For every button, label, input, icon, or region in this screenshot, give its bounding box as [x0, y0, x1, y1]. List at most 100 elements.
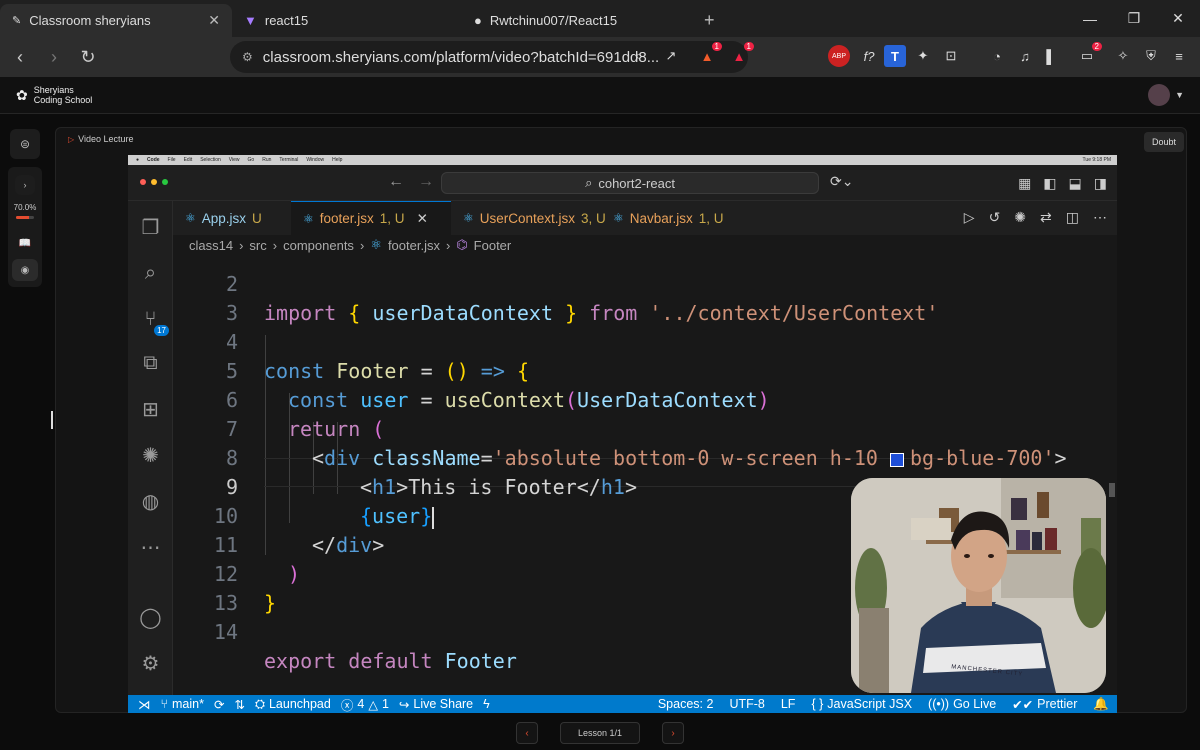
text-extension-icon[interactable]: T [884, 45, 906, 67]
lightning-icon[interactable]: ϟ [483, 697, 490, 711]
brave-rewards-icon[interactable]: ▲ 1 [728, 42, 754, 67]
sidebar-icon[interactable]: ▌ [1040, 45, 1062, 67]
minimize-dot[interactable] [151, 179, 157, 185]
sheryians-icon: ✎ [12, 15, 22, 27]
source-control-icon[interactable]: ⑂ 17 [138, 307, 169, 336]
extensions-icon[interactable]: ⊞ [138, 397, 163, 422]
extensions-icon[interactable]: ✦ [912, 45, 934, 67]
new-tab-button[interactable]: + [692, 4, 727, 37]
close-dot[interactable] [140, 179, 146, 185]
vite-icon: ▼ [244, 13, 257, 28]
video-lecture-header: ▷ Video Lecture [68, 134, 134, 144]
left-rail: ⊜ › 70.0% 📖 ◉ [8, 127, 42, 291]
run-icon[interactable]: ▷ [964, 209, 975, 226]
code-line: 3 [225, 301, 238, 325]
nav-back-icon[interactable]: ← [388, 173, 404, 191]
avatar[interactable] [1148, 84, 1170, 106]
minimize-icon[interactable]: — [1068, 0, 1112, 37]
run-debug-icon[interactable]: ⧉ [138, 351, 163, 376]
more-icon[interactable]: ⋯ [138, 535, 163, 560]
close-window-icon[interactable]: ✕ [1156, 0, 1200, 37]
github-icon[interactable]: ◍ [138, 489, 163, 514]
tab-footer-jsx[interactable]: ⚛ footer.jsx 1, U ✕ [291, 201, 451, 235]
go-live-item[interactable]: ((•)) Go Live [928, 697, 996, 712]
language-item[interactable]: { } JavaScript JSX [811, 697, 912, 712]
explorer-icon[interactable]: ❐ [138, 215, 163, 240]
back-button[interactable]: ‹ [6, 43, 34, 71]
site-header: ✿ Sheryians Coding School ▼ [0, 77, 1200, 114]
split-editor-icon[interactable]: ◫ [1066, 209, 1079, 226]
chevron-down-icon[interactable]: ▼ [1175, 90, 1184, 100]
history-icon[interactable]: ↺ [989, 209, 1001, 226]
zoom-icon[interactable]: ⌕ [628, 45, 650, 67]
tab-title: Classroom sheryians [29, 13, 151, 28]
restore-icon[interactable]: ❐ [1112, 0, 1156, 37]
next-lesson-button[interactable]: › [662, 722, 684, 744]
adblock-icon[interactable]: ABP [828, 45, 850, 67]
command-center[interactable]: ⌕ cohort2-react [441, 172, 819, 194]
chatgpt-icon[interactable]: ✺ [138, 443, 163, 468]
presenter-image [851, 478, 1106, 693]
forward-button[interactable]: › [40, 43, 68, 71]
indentation-item[interactable]: Spaces: 2 [658, 697, 714, 712]
encoding-item[interactable]: UTF-8 [729, 697, 764, 712]
share-icon[interactable]: ↗ [660, 45, 682, 67]
eol-item[interactable]: LF [781, 697, 796, 712]
zoom-dot[interactable] [162, 179, 168, 185]
more-actions-icon[interactable]: ⋯ [1093, 209, 1107, 226]
brave-shield-icon[interactable]: ▲ 1 [696, 42, 722, 67]
tab-usercontext-jsx[interactable]: ⚛ UserContext.jsx 3, U [451, 201, 606, 235]
browser-tab-github[interactable]: ● Rwtchinu007/React15 [462, 4, 692, 37]
browser-toolbar: ‹ › ↻ ▯ ⚙ classroom.sheryians.com/platfo… [0, 37, 1200, 77]
launchpad-item[interactable]: ⛭ Launchpad [255, 697, 331, 712]
speedometer-icon[interactable]: ◔ [986, 45, 1008, 67]
leo-ai-icon[interactable]: ✧ [1112, 45, 1134, 67]
screenshot-icon[interactable]: ⊡ [940, 45, 962, 67]
chatgpt-icon[interactable]: ✺ [1014, 209, 1026, 226]
live-share-item[interactable]: ↪ Live Share [399, 697, 473, 712]
sheryians-logo[interactable]: ✿ Sheryians Coding School [16, 85, 92, 105]
wallet-icon[interactable]: ▭ 2 [1076, 42, 1102, 67]
notifications-icon[interactable]: 🔔 [1093, 697, 1109, 712]
music-icon[interactable]: ♫ [1014, 45, 1036, 67]
react-icon: ⚛ [463, 211, 474, 225]
font-extension-icon[interactable]: f? [858, 45, 880, 67]
tab-app-jsx[interactable]: ⚛ App.jsx U [173, 201, 291, 235]
menu-toggle-icon[interactable]: ⊜ [10, 129, 40, 159]
sync-icon[interactable]: ⟳ [214, 697, 224, 712]
site-info-icon[interactable]: ⚙ [242, 50, 253, 64]
react-icon: ⚛ [303, 211, 314, 226]
browser-tab-react15[interactable]: ▼ react15 [232, 4, 462, 37]
settings-icon[interactable]: ⚙ [138, 651, 163, 676]
activity-bar: ❐ ⌕ ⑂ 17 ⧉ ⊞ ✺ ◍ ⋯ ◯ ⚙ [128, 201, 173, 695]
close-tab-icon[interactable]: ✕ [417, 211, 428, 227]
browser-tab-classroom[interactable]: ✎ Classroom sheryians ✕ [0, 4, 232, 37]
book-icon[interactable]: 📖 [15, 233, 35, 253]
previous-lesson-button[interactable]: ‹ [516, 722, 538, 744]
toggle-sidebar-icon[interactable]: ◧ [1043, 175, 1056, 192]
copilot-icon[interactable]: ⟳⌄ [830, 173, 853, 190]
reload-button[interactable]: ↻ [74, 43, 102, 71]
remote-icon[interactable]: ⋊ [138, 697, 151, 712]
layout-icon[interactable]: ▦ [1018, 175, 1031, 192]
prettier-item[interactable]: ✔✔ Prettier [1012, 697, 1077, 712]
video-player[interactable]: ● Code File Edit Selection View Go Run T… [128, 155, 1117, 713]
problems-item[interactable]: ⓧ 4 △ 1 [341, 695, 389, 714]
account-icon[interactable]: ◯ [138, 605, 163, 630]
tab-navbar-jsx[interactable]: ⚛ Navbar.jsx 1, U [601, 201, 731, 235]
menu-icon[interactable]: ≡ [1168, 45, 1190, 67]
branch-item[interactable]: ⑂ main* [161, 697, 204, 711]
doubt-button[interactable]: Doubt [1143, 132, 1184, 152]
expand-icon[interactable]: › [15, 175, 35, 195]
search-icon[interactable]: ⌕ [138, 261, 163, 286]
compare-icon[interactable]: ⇄ [1040, 209, 1052, 226]
toggle-secondary-icon[interactable]: ◨ [1094, 175, 1107, 192]
video-icon[interactable]: ◉ [12, 259, 38, 281]
publish-icon[interactable]: ⇅ [234, 697, 244, 712]
lesson-navigation: ‹ Lesson 1/1 › [0, 716, 1200, 750]
lesson-indicator[interactable]: Lesson 1/1 [560, 722, 640, 744]
close-tab-icon[interactable]: ✕ [208, 12, 220, 29]
nav-forward-icon[interactable]: → [418, 173, 434, 191]
toggle-panel-icon[interactable]: ⬓ [1069, 175, 1082, 192]
vpn-icon[interactable]: ⛨ [1140, 45, 1162, 67]
